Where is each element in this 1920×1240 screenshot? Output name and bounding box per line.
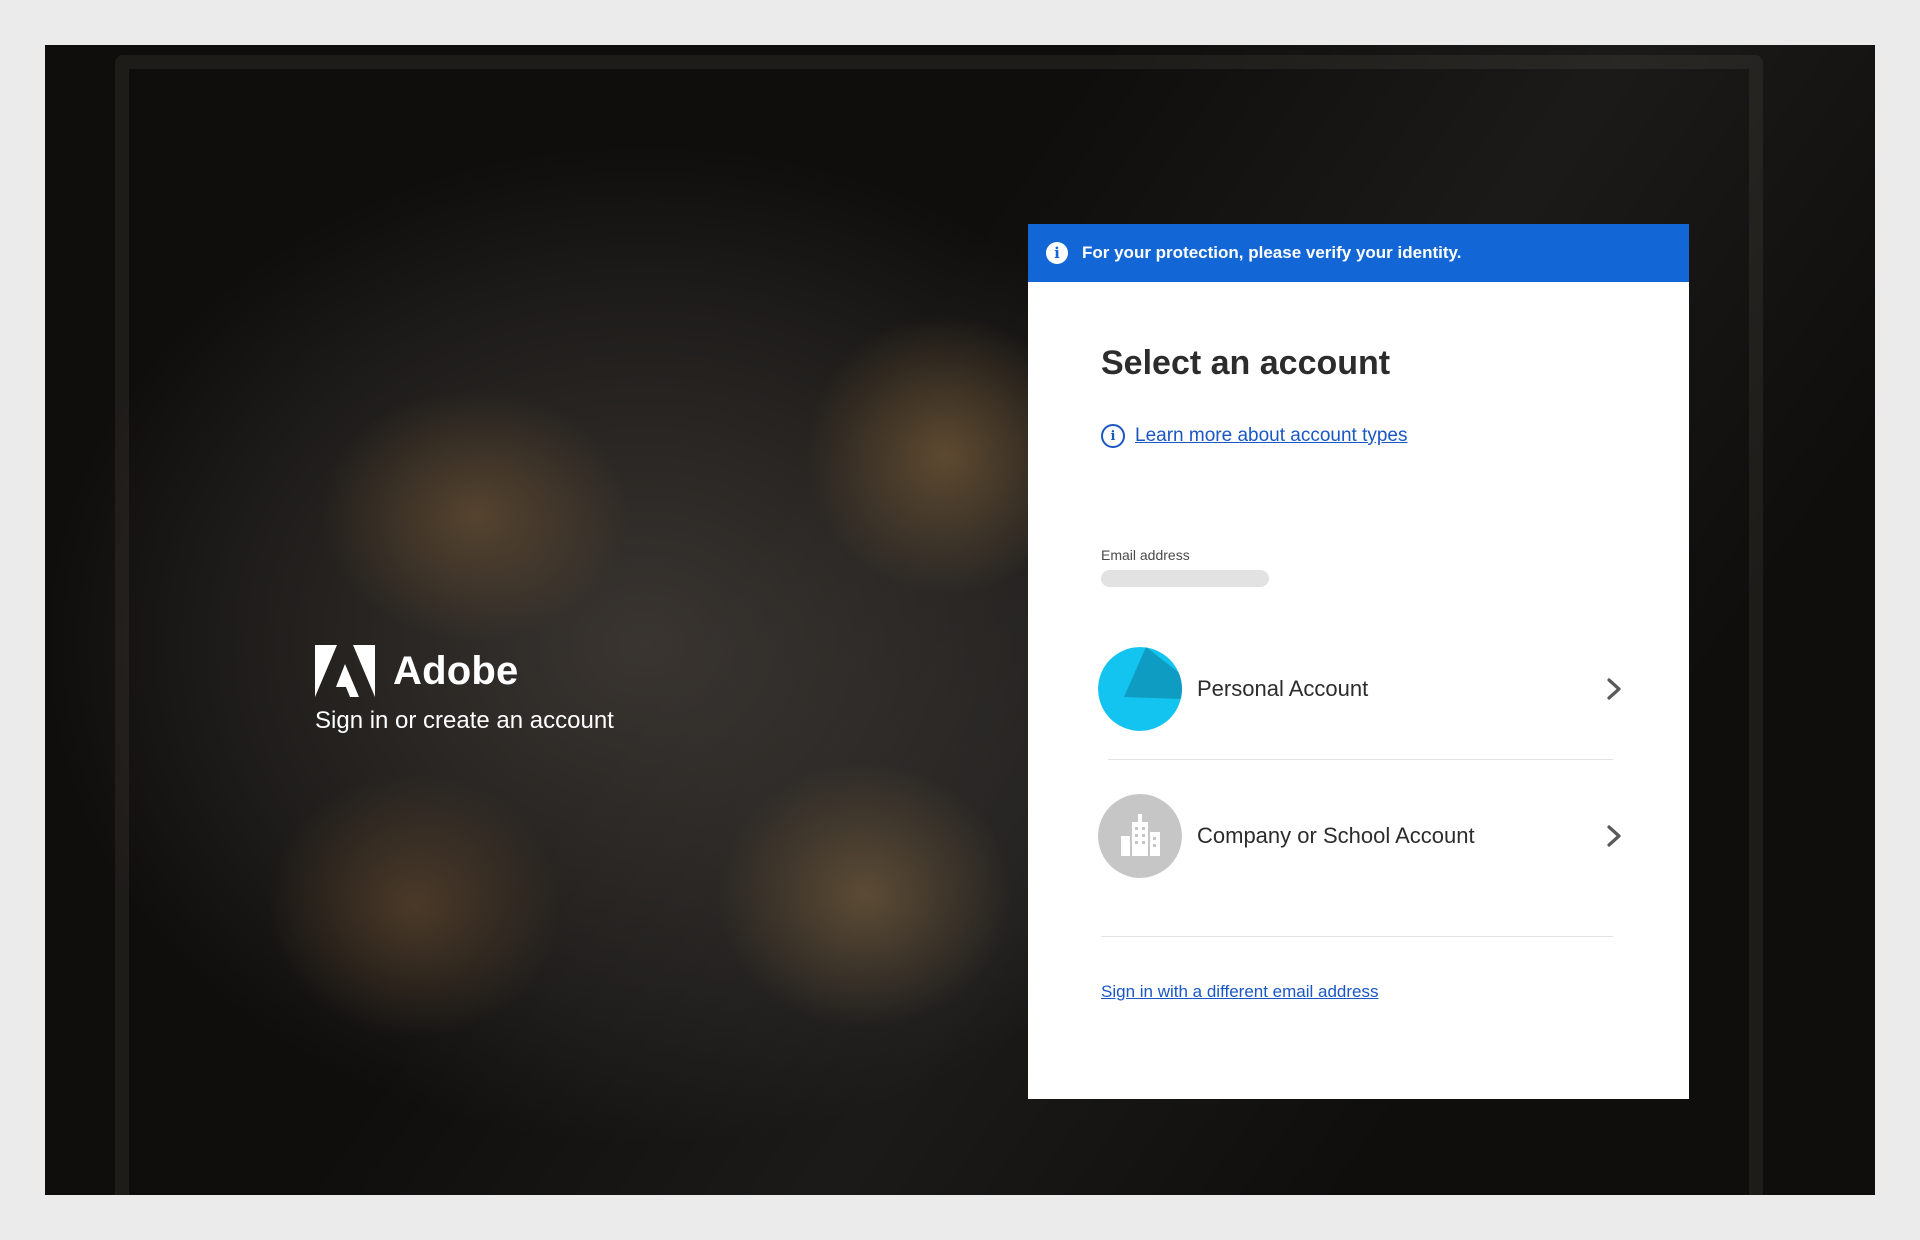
adobe-logo-icon: [315, 645, 375, 697]
brand-block: Adobe Sign in or create an account: [315, 645, 614, 735]
personal-account-avatar-icon: [1098, 647, 1182, 731]
chevron-right-icon: [1607, 825, 1621, 847]
learn-more-link[interactable]: Learn more about account types: [1135, 425, 1408, 447]
info-outline-icon: i: [1101, 424, 1125, 448]
personal-account-option[interactable]: Personal Account: [1098, 647, 1628, 731]
company-account-label: Company or School Account: [1197, 823, 1475, 848]
brand-row: Adobe: [315, 645, 614, 697]
divider: [1108, 759, 1613, 760]
chevron-right-icon: [1607, 678, 1621, 700]
personal-account-label: Personal Account: [1197, 676, 1369, 701]
brand-subtitle: Sign in or create an account: [315, 707, 614, 734]
page-title: Select an account: [1101, 344, 1391, 382]
company-account-option[interactable]: Company or School Account: [1098, 794, 1628, 878]
email-label: Email address: [1101, 547, 1190, 563]
divider: [1101, 936, 1613, 937]
account-select-card: i For your protection, please verify you…: [1028, 224, 1689, 1099]
different-email-link[interactable]: Sign in with a different email address: [1101, 982, 1379, 1002]
email-value-redacted: [1101, 570, 1269, 587]
banner-text: For your protection, please verify your …: [1082, 243, 1462, 262]
brand-name: Adobe: [393, 648, 519, 693]
company-account-avatar: [1098, 794, 1182, 878]
info-icon: i: [1046, 242, 1068, 264]
learn-more-row: i Learn more about account types: [1101, 424, 1408, 448]
background-photo: Adobe Sign in or create an account i For…: [45, 45, 1875, 1195]
protection-banner: i For your protection, please verify you…: [1028, 224, 1689, 282]
building-icon: [1098, 794, 1182, 878]
